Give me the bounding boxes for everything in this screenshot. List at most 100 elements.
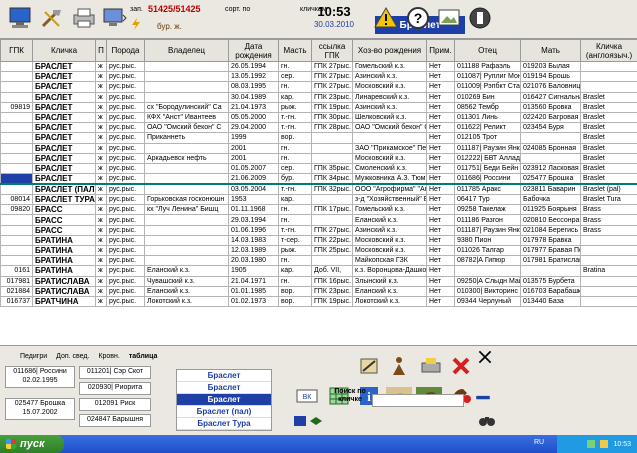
table-row[interactable]: 021884 БРАТИСЛАВА ж рус.рыс. Еланский к.з. 01…	[0, 285, 637, 297]
bottom-panel: Педигри Доп. свед. Кровн. таблица 011686…	[0, 345, 637, 435]
cell-name: БРАСЛЕТ	[32, 142, 96, 154]
computer-icon[interactable]	[6, 5, 34, 31]
language-indicator[interactable]: RU	[534, 439, 544, 446]
help-icon[interactable]: ?	[404, 5, 432, 31]
table-row[interactable]: БРАСЛЕТ ж рус.рыс. ОАО "Омский бекон" С 29.0…	[0, 122, 637, 134]
col-header[interactable]: П	[95, 39, 107, 62]
close-icon[interactable]	[476, 349, 494, 365]
start-button[interactable]: пуск	[0, 435, 64, 453]
col-header[interactable]: Кличка	[32, 39, 96, 62]
cell-eng: Braslet (pal)	[580, 183, 637, 196]
cell-breed: рус.рыс.	[106, 183, 145, 196]
col-header[interactable]: Масть	[278, 39, 312, 62]
tray-icon[interactable]	[587, 440, 596, 448]
table-row[interactable]: 0161 БРАТИНА ж рус.рыс. Еланский к.з. 1905 кар…	[0, 265, 637, 277]
cell-color: т.-гн.	[278, 122, 312, 134]
cell-name: БРАТИНА	[32, 234, 96, 247]
cell-father: 011087| Руплиг Монт	[454, 71, 521, 83]
cell-name: БРАТИСЛАВА	[32, 275, 96, 287]
edit-icon[interactable]	[354, 354, 384, 378]
tab-table[interactable]: таблица	[129, 353, 158, 360]
col-header[interactable]: Владелец	[144, 39, 229, 62]
cell-eng: Braslet	[580, 142, 637, 154]
table-row[interactable]: БРАСЛЕТ ж рус.рыс. 2001 гн. ЗАО "Прикамское" …	[0, 142, 637, 154]
cell-eng: Braslet	[580, 101, 637, 113]
minus-icon[interactable]	[474, 388, 492, 406]
table-row[interactable]: БРАТИНА ж рус.рыс. 20.03.1980 гн. Майкопская …	[0, 255, 637, 267]
binoculars-icon[interactable]	[478, 412, 496, 428]
tab-additional-info[interactable]: Доп. свед.	[56, 353, 89, 360]
tray-icon[interactable]	[600, 440, 609, 448]
pedigree-mother[interactable]: 025477 Брошка 15.07.2002	[5, 398, 75, 420]
cell-mother: 022420 Багровая	[520, 111, 581, 124]
table-row[interactable]: БРАТИНА ж рус.рыс. 12.03.1989 рыж. ГПК 25рыс.…	[0, 244, 637, 257]
table-row[interactable]: БРАСЛЕТ ж рус.рыс. Приканнеть 1999 вор. Нет 012…	[0, 132, 637, 144]
cell-dob: 2001	[228, 142, 279, 154]
col-header[interactable]: Порода	[106, 39, 145, 62]
table-row[interactable]: БРАСЛЕТ ж рус.рыс. 30.04.1989 кар. ГПК 23рыс.…	[0, 91, 637, 103]
book-icon[interactable]	[292, 414, 308, 428]
col-header[interactable]: Мать	[520, 39, 581, 62]
col-header[interactable]: ссылка ГПК	[311, 39, 353, 62]
monitor-icon[interactable]	[100, 5, 128, 31]
pedigree-father[interactable]: 011686| Россини 02.02.1995	[5, 366, 75, 388]
pedigree-granddam-1[interactable]: 020930| Риорита	[79, 382, 151, 395]
pedigree-grandsire-2[interactable]: 012091 Риск	[79, 398, 151, 411]
cell-mother: 019203 Былая	[520, 60, 581, 73]
table-row[interactable]: БРАСЛЕТ ж рус.рыс. 26.05.1994 гн. ГПК 27рыс. Г…	[0, 60, 637, 73]
cell-color: бур.	[278, 173, 312, 186]
rider-icon[interactable]	[384, 354, 414, 378]
col-header[interactable]: ГПК	[0, 39, 33, 62]
arrows-icon[interactable]	[308, 414, 324, 428]
cell-color: вор.	[278, 285, 312, 297]
table-row[interactable]: БРАСЛЕТ ж рус.рыс. Аркадьевск нефть 2001 гн. М…	[0, 152, 637, 164]
table-row[interactable]: 08014 БРАСЛЕТ ТУРА ж рус.рыс. Горьковская го…	[0, 194, 637, 206]
pedigree-father-date: 02.02.1995	[22, 377, 58, 384]
image-edit-icon[interactable]	[435, 5, 463, 31]
search-input[interactable]	[372, 394, 464, 407]
warning-icon[interactable]	[372, 5, 400, 31]
col-header[interactable]: Дата рождения	[228, 39, 279, 62]
tab-kinship[interactable]: Кровн.	[98, 353, 119, 360]
list-item[interactable]: Браслет Тура	[177, 418, 271, 430]
table-row[interactable]: БРАСС ж рус.рыс. 29.03.1994 гн. Еланский к.з.…	[0, 214, 637, 226]
table-row[interactable]: 09819 БРАСЛЕТ ж рус.рыс. сх "Бородулинский" …	[0, 101, 637, 113]
table-row[interactable]: БРАСЛЕТ ж рус.рыс. 13.05.1992 сер. ГПК 27рыс.…	[0, 71, 637, 83]
table-row[interactable]: БРАТИНА ж рус.рыс. 14.03.1983 т-сер. ГПК 22ры…	[0, 234, 637, 247]
cell-breed: рус.рыс.	[106, 194, 145, 206]
col-header[interactable]: Прим.	[426, 39, 455, 62]
col-header[interactable]: Отец	[454, 39, 521, 62]
table-row[interactable]: БРАСС ж рус.рыс. 01.06.1996 т.-гн. ГПК 27рыс.…	[0, 224, 637, 236]
pedigree-granddam-2[interactable]: 024847 Барышня	[79, 414, 151, 427]
list-item[interactable]: Браслет	[177, 370, 271, 382]
table-row[interactable]: БРАСЛЕТ ж рус.рыс. 01.05.2007 сер. ГПК 35рыс.…	[0, 162, 637, 175]
col-header[interactable]: Хоз-во рождения	[352, 39, 427, 62]
cell-sex: ж	[95, 214, 107, 226]
col-header[interactable]: Кличка (англоязыч.)	[580, 39, 637, 62]
table-row[interactable]: 017981 БРАТИСЛАВА ж рус.рыс. Чувашский к.з. 2…	[0, 275, 637, 287]
list-item[interactable]: Браслет (пал)	[177, 406, 271, 418]
cell-link	[311, 152, 353, 164]
table-row[interactable]: 09820 БРАСС ж рус.рыс. кх "Луч Ленина" Бишц 0…	[0, 204, 637, 216]
table-row[interactable]: 016737 БРАТЧИНА ж рус.рыс. Локотский к.з. 01.…	[0, 295, 637, 308]
tools-icon[interactable]	[38, 5, 66, 31]
vk-icon[interactable]: ВК	[292, 384, 322, 408]
printer-icon[interactable]	[70, 5, 98, 31]
list-item-selected[interactable]: Браслет	[177, 394, 271, 406]
table-row[interactable]: БРАСЛЕТ ж рус.рыс. 21.06.2009 бур. ГПК 34рыс.…	[0, 173, 637, 186]
tab-pedigree[interactable]: Педигри	[20, 353, 47, 360]
list-item[interactable]: Браслет	[177, 382, 271, 394]
table-row[interactable]: БРАСЛЕТ ж рус.рыс. КФХ "Анст" Ивантеев 05.05…	[0, 111, 637, 124]
cell-link: ГПК 32рыс.	[311, 183, 353, 196]
cell-dob: 29.03.1994	[228, 214, 279, 226]
exit-icon[interactable]	[466, 5, 494, 31]
print-icon[interactable]	[416, 354, 446, 378]
delete-icon[interactable]	[446, 354, 476, 378]
cell-breed: рус.рыс.	[106, 265, 145, 277]
table-row[interactable]: БРАСЛЕТ (ПАЛ) ж рус.рыс. 03.05.2004 т.-гн. ГП…	[0, 183, 637, 196]
table-row[interactable]: БРАСЛЕТ ж рус.рыс. 08.03.1995 гн. ГПК 27рыс. М…	[0, 81, 637, 93]
cell-gpk: 021884	[0, 285, 33, 297]
cell-sex: ж	[95, 234, 107, 247]
cell-gpk	[0, 173, 33, 186]
pedigree-grandsire-1[interactable]: 011201| Сэр Скот	[79, 366, 151, 379]
